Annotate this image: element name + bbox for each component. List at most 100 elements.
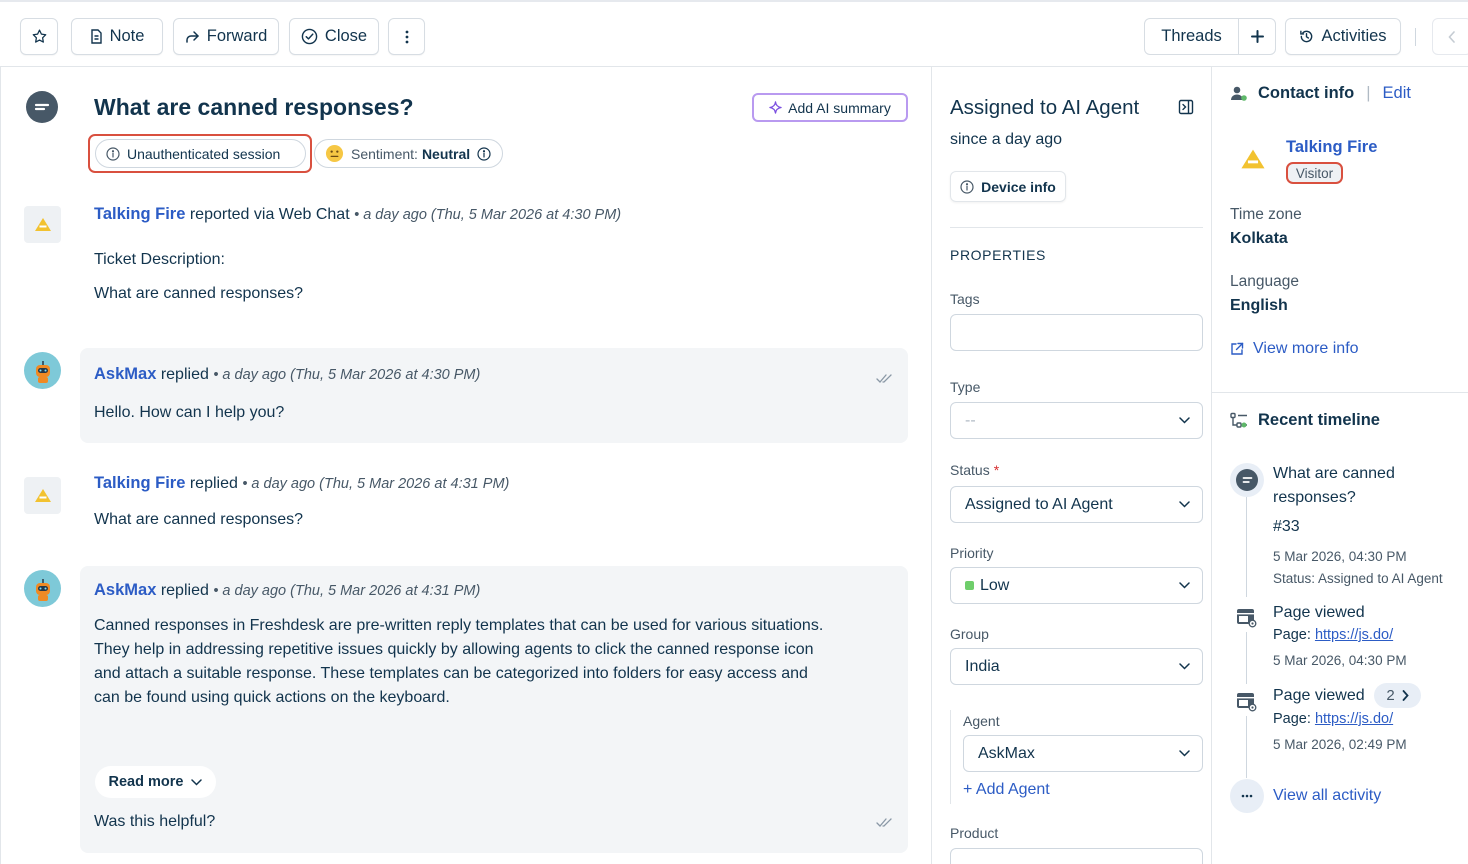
product-label: Product	[950, 825, 999, 841]
view-more-info-link[interactable]: View more info	[1230, 340, 1359, 358]
tags-input[interactable]	[950, 314, 1203, 351]
sentiment-badge: Sentiment: Neutral	[314, 139, 503, 168]
info-icon	[960, 179, 974, 194]
message-timestamp: • a day ago (Thu, 5 Mar 2026 at 4:31 PM)	[213, 583, 481, 599]
author-name[interactable]: Talking Fire	[94, 474, 185, 492]
page-link[interactable]: https://js.do/	[1315, 711, 1393, 727]
contact-logo-icon	[34, 489, 51, 502]
message-text: What are canned responses?	[94, 511, 304, 528]
add-agent-link[interactable]: + Add Agent	[963, 781, 1050, 799]
star-button[interactable]	[20, 18, 58, 55]
timeline-ticket-id: #33	[1273, 518, 1300, 535]
priority-value: Low	[980, 576, 1010, 594]
plus-icon	[1250, 30, 1264, 43]
group-select[interactable]: India	[950, 648, 1203, 685]
message-header: AskMax replied • a day ago (Thu, 5 Mar 2…	[94, 365, 480, 384]
message-text: can be found using quick actions on the …	[94, 689, 450, 706]
close-button[interactable]: Close	[289, 18, 379, 55]
message-verb: replied	[160, 582, 209, 599]
edit-contact-link[interactable]: Edit	[1383, 84, 1411, 103]
message-header: Talking Fire replied • a day ago (Thu, 5…	[94, 474, 509, 493]
timezone-label: Time zone	[1230, 206, 1302, 223]
contact-icon	[1231, 86, 1247, 101]
add-ai-summary-button[interactable]: Add AI summary	[752, 93, 908, 122]
external-link-icon	[1231, 342, 1244, 355]
timeline-connector	[1246, 632, 1247, 684]
ticket-icon	[1236, 469, 1258, 491]
timeline-date: 5 Mar 2026, 04:30 PM	[1273, 653, 1407, 668]
bot-avatar-icon	[35, 578, 50, 601]
author-name[interactable]: AskMax	[94, 365, 156, 383]
chevron-down-icon	[1179, 417, 1190, 424]
timeline-title-line: What are canned	[1273, 465, 1395, 482]
group-value: India	[965, 657, 1000, 675]
author-name[interactable]: Talking Fire	[94, 205, 185, 223]
column-divider	[1211, 67, 1212, 864]
forward-button[interactable]: Forward	[173, 18, 279, 55]
contact-info-header: Contact info | Edit	[1230, 84, 1411, 103]
double-check-icon	[876, 374, 892, 383]
page-viewed-icon	[1237, 609, 1257, 628]
status-label-text: Status	[950, 462, 990, 478]
info-icon[interactable]	[477, 146, 491, 161]
timeline-page: Page: https://js.do/	[1273, 711, 1393, 727]
view-all-activity-button[interactable]	[1230, 779, 1264, 813]
message-text: What are canned responses?	[94, 285, 304, 302]
bot-avatar-icon	[35, 360, 50, 383]
chevron-down-icon	[191, 778, 203, 786]
message-verb: reported via Web Chat	[189, 206, 350, 223]
contact-logo-icon	[1241, 149, 1265, 169]
chevron-down-icon	[1179, 663, 1190, 670]
type-label: Type	[950, 379, 981, 395]
add-ai-summary-label: Add AI summary	[788, 99, 891, 116]
timeline-ticket-marker	[1230, 463, 1264, 497]
expand-count-button[interactable]: 2	[1374, 683, 1421, 708]
contact-name-link[interactable]: Talking Fire	[1286, 138, 1377, 157]
message-timestamp: • a day ago (Thu, 5 Mar 2026 at 4:30 PM)	[354, 207, 622, 223]
activities-button[interactable]: Activities	[1285, 18, 1401, 55]
timeline-title-line: responses?	[1273, 489, 1356, 506]
add-thread-button[interactable]	[1239, 19, 1275, 54]
type-value: --	[965, 411, 976, 429]
timeline-icon	[1230, 412, 1247, 428]
chevron-down-icon	[1179, 582, 1190, 589]
more-vertical-icon	[405, 30, 408, 43]
view-all-activity-link[interactable]: View all activity	[1273, 787, 1381, 805]
timeline-event-title: Page viewed	[1273, 604, 1365, 621]
chevron-down-icon	[1179, 501, 1190, 508]
message-timestamp: • a day ago (Thu, 5 Mar 2026 at 4:30 PM)	[213, 367, 481, 383]
note-label: Note	[109, 27, 145, 45]
avatar	[24, 352, 61, 389]
message-verb: replied	[160, 366, 209, 383]
message-text: They help in addressing repetitive issue…	[94, 641, 814, 658]
message-header: Talking Fire reported via Web Chat • a d…	[94, 205, 621, 224]
avatar	[24, 206, 61, 243]
priority-label: Priority	[950, 545, 994, 561]
read-more-button[interactable]: Read more	[95, 766, 216, 798]
more-actions-button[interactable]	[388, 18, 425, 55]
product-select[interactable]	[950, 848, 1203, 864]
view-more-info-label: View more info	[1253, 340, 1359, 357]
priority-select[interactable]: Low	[950, 567, 1203, 604]
page-link[interactable]: https://js.do/	[1315, 627, 1393, 643]
timeline-date: 5 Mar 2026, 04:30 PM	[1273, 549, 1407, 564]
collapse-sidebar-button[interactable]	[1432, 18, 1468, 55]
type-select[interactable]: --	[950, 402, 1203, 439]
forward-label: Forward	[206, 27, 268, 45]
check-circle-icon	[301, 28, 318, 45]
timeline-ticket-title[interactable]: What are canned responses?	[1273, 462, 1395, 510]
agent-select[interactable]: AskMax	[963, 735, 1203, 772]
note-button[interactable]: Note	[71, 18, 163, 55]
threads-button-group: Threads	[1144, 18, 1276, 55]
author-name[interactable]: AskMax	[94, 581, 156, 599]
avatar	[24, 570, 61, 607]
status-select[interactable]: Assigned to AI Agent	[950, 486, 1203, 523]
collapse-panel-icon[interactable]	[1178, 99, 1194, 115]
device-info-button[interactable]: Device info	[950, 171, 1066, 202]
contact-info-title: Contact info	[1258, 84, 1355, 102]
contact-logo-icon	[34, 218, 51, 231]
more-horizontal-icon	[1241, 794, 1253, 798]
ticket-icon	[26, 91, 58, 123]
language-value: English	[1230, 297, 1288, 314]
threads-button[interactable]: Threads	[1145, 19, 1239, 54]
